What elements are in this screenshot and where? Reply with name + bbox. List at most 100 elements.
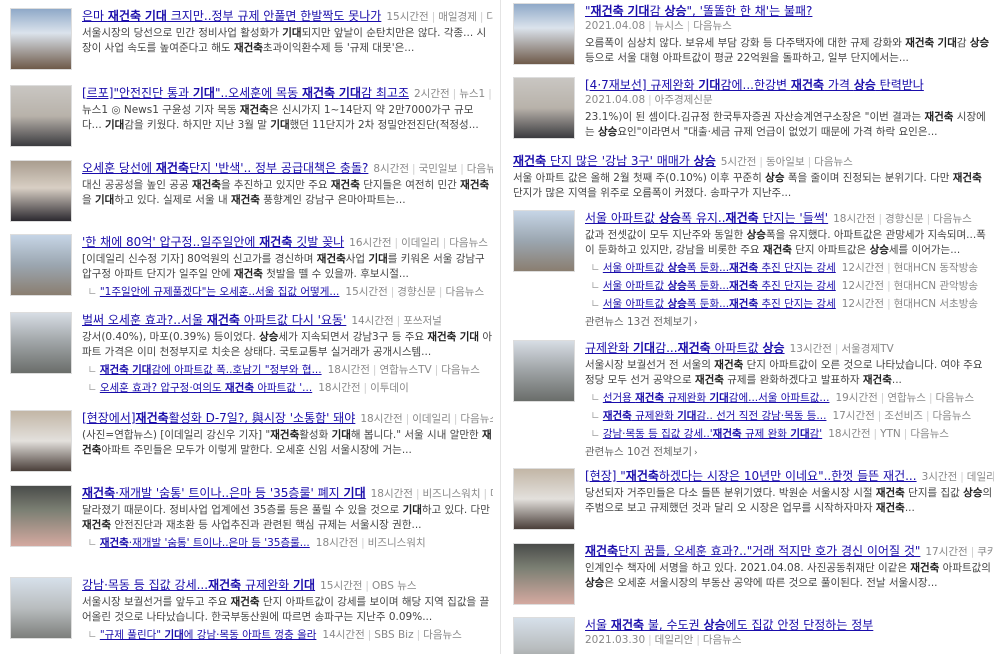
news-portal-link[interactable]: 다음뉴스: [467, 163, 493, 175]
news-title-link[interactable]: [르포]"안전진단 통과 기대"..오세훈에 목동 재건축 기대감 최고조: [82, 86, 409, 100]
related-news-link[interactable]: "규제 풀린다" 기대에 강남·목동 아파트 껑충 올라: [100, 629, 317, 641]
related-arrow-icon: ∟: [591, 410, 600, 422]
news-title-link[interactable]: [현장] "재건축하겠다는 시장은 10년만 이네요"..한껏 들뜬 재건...: [585, 469, 917, 483]
related-news-link[interactable]: "1주일안에 규제풀겠다"는 오세훈..서울 집값 어떻게...: [100, 286, 340, 298]
news-source[interactable]: 서울경제TV: [841, 343, 893, 355]
news-snippet: (사진=연합뉴스) [이데일리 강신우 기자] "재건축활성화 기대해 봅니다.…: [82, 429, 492, 456]
news-thumbnail[interactable]: [513, 617, 575, 654]
news-body: 재건축 단지 많은 '강남 3구' 매매가 상승 5시간전 | 동아일보 | 다음뉴스 서울…: [513, 153, 994, 201]
news-source[interactable]: 데일리안: [967, 471, 994, 483]
related-source[interactable]: YTN: [880, 428, 901, 440]
related-news-link[interactable]: 오세훈 효과? 압구정·여의도 재건축 아파트값 '...: [100, 382, 312, 394]
news-thumbnail[interactable]: [10, 312, 72, 374]
related-news-link[interactable]: 재건축 규제완화 기대감.. 선거 직전 강남·목동 등...: [603, 410, 827, 422]
news-source[interactable]: 경향신문: [885, 213, 924, 225]
news-time: 5시간전: [720, 156, 757, 168]
related-source[interactable]: 현대HCN 관악방송: [894, 280, 978, 292]
news-title-link[interactable]: 재건축 단지 많은 '강남 3구' 매매가 상승: [513, 154, 716, 168]
news-source[interactable]: 포쓰저널: [403, 315, 442, 327]
related-portal-link[interactable]: 다음뉴스: [441, 364, 480, 376]
news-thumbnail[interactable]: [513, 543, 575, 605]
news-title-link[interactable]: [4·7재보선] 규제완화 기대감에...한강변 재건축 가격 상승 탄력받나: [585, 78, 924, 92]
news-title-link[interactable]: 서울 아파트값 상승폭 유지..재건축 단지는 '들썩': [585, 211, 828, 225]
news-source[interactable]: 동아일보: [766, 156, 805, 168]
news-time: 2021.03.30: [585, 634, 646, 646]
related-arrow-icon: ∟: [591, 392, 600, 404]
news-portal-link[interactable]: 다음뉴스: [814, 156, 853, 168]
news-source[interactable]: 국민일보: [419, 163, 458, 175]
news-body: 규제완화 기대감...재건축 아파트값 상승 13시간전 | 서울경제TV 서울시장 보…: [585, 340, 994, 460]
column-divider: [500, 0, 501, 654]
news-thumbnail[interactable]: [10, 410, 72, 472]
news-portal-link[interactable]: 다음뉴스: [693, 20, 732, 32]
news-thumbnail[interactable]: [10, 234, 72, 296]
related-news-link[interactable]: 재건축·재개발 '숨통' 트이나..은마 등 '35층룰...: [100, 537, 310, 549]
news-title-link[interactable]: 재건축단지 꿈틀, 오세훈 효과?.."거래 적지만 호가 경신 이어질 것": [585, 544, 920, 558]
related-source[interactable]: 현대HCN 서초방송: [894, 298, 978, 310]
news-portal-link[interactable]: 다음뉴스: [933, 213, 972, 225]
related-source[interactable]: SBS Biz: [374, 629, 413, 641]
news-title-link[interactable]: 은마 재건축 기대 크지만..정부 규제 안풀면 한발짝도 못나가: [82, 9, 381, 23]
related-news-link[interactable]: 강남·목동 등 집값 강세..'재건축 규제 완화 기대감': [603, 428, 822, 440]
news-source[interactable]: 데일리안: [655, 634, 694, 646]
news-portal-link[interactable]: 다음뉴스: [486, 11, 493, 23]
news-title-link[interactable]: 벌써 오세훈 효과?..서울 재건축 아파트값 다시 '요동': [82, 313, 346, 327]
news-portal-link[interactable]: 다음뉴스: [460, 413, 493, 425]
news-thumbnail[interactable]: [10, 160, 72, 222]
news-thumbnail[interactable]: [513, 210, 575, 272]
related-portal-link[interactable]: 다음뉴스: [445, 286, 484, 298]
related-portal-link[interactable]: 다음뉴스: [910, 428, 949, 440]
news-title-link[interactable]: 서울 재건축 불, 수도권 상승에도 집값 안정 단정하는 정부: [585, 618, 873, 632]
news-title-link[interactable]: [현장에서]재건축활성화 D-7일?, 與시장 '소통함' 돼야: [82, 411, 355, 425]
related-source[interactable]: 조선비즈: [884, 410, 923, 422]
related-news-link[interactable]: 서울 아파트값 상승폭 둔화...재건축 추진 단지는 강세: [603, 298, 836, 310]
news-title-link[interactable]: 강남·목동 등 집값 강세...재건축 규제완화 기대: [82, 578, 315, 592]
news-source[interactable]: OBS 뉴스: [372, 580, 417, 592]
news-source[interactable]: 매일경제: [438, 11, 477, 23]
related-news-link[interactable]: 선거용 재건축 규제완화 기대감에...서울 아파트값...: [603, 392, 830, 404]
related-news-link[interactable]: 서울 아파트값 상승폭 둔화...재건축 추진 단지는 강세: [603, 262, 836, 274]
news-source[interactable]: 뉴스1: [459, 88, 485, 100]
news-thumbnail[interactable]: [10, 577, 72, 639]
related-news-link[interactable]: 재건축 기대감에 아파트값 폭..호남기 "정부와 협...: [100, 364, 322, 376]
title-line: [르포]"안전진단 통과 기대"..오세훈에 목동 재건축 기대감 최고조 2시간…: [82, 85, 493, 101]
news-thumbnail[interactable]: [513, 77, 575, 139]
related-news-link[interactable]: 서울 아파트값 상승폭 둔화...재건축 추진 단지는 강세: [603, 280, 836, 292]
news-portal-link[interactable]: 다음뉴스: [449, 237, 488, 249]
news-source[interactable]: 이데일리: [412, 413, 451, 425]
news-source[interactable]: 비즈니스워치: [423, 488, 481, 500]
related-news-more-link[interactable]: 관련뉴스 10건 전체보기 ›: [585, 444, 994, 460]
news-source[interactable]: 아주경제신문: [655, 94, 713, 106]
news-thumbnail[interactable]: [10, 85, 72, 147]
news-thumbnail[interactable]: [10, 485, 72, 547]
news-source[interactable]: 이데일리: [401, 237, 440, 249]
right-news-column: "재건축 기대감 상승", '똘똘한 한 채'는 불패? 2021.04.08 | 뉴…: [505, 0, 1000, 654]
related-source[interactable]: 비즈니스워치: [368, 537, 426, 549]
news-title-link[interactable]: 오세훈 당선에 재건축단지 '반색'.. 정부 공급대책은 충돌?: [82, 161, 368, 175]
related-news-item: ∟ 강남·목동 등 집값 강세..'재건축 규제 완화 기대감' 18시간전 | YTN…: [585, 426, 994, 442]
news-meta: 18시간전|비즈니스워치|다음뉴스: [371, 488, 493, 500]
news-title-link[interactable]: 규제완화 기대감...재건축 아파트값 상승: [585, 341, 785, 355]
news-title-link[interactable]: 재건축·재개발 '숨통' 트이나..은마 등 '35층룰' 폐지 기대: [82, 486, 366, 500]
news-source[interactable]: 쿠키뉴스: [977, 546, 994, 558]
related-source[interactable]: 현대HCN 동작방송: [894, 262, 978, 274]
news-title-link[interactable]: "재건축 기대감 상승", '똘똘한 한 채'는 불패?: [585, 4, 812, 18]
news-title-link[interactable]: '한 채에 80억' 압구정..일주일안에 재건축 깃발 꽂나: [82, 235, 344, 249]
related-source[interactable]: 연합뉴스: [887, 392, 926, 404]
related-portal-link[interactable]: 다음뉴스: [933, 410, 972, 422]
news-snippet: 값과 전셋값이 모두 지난주와 동일한 상승폭을 유지했다. 아파트값은 관망세…: [585, 229, 986, 256]
related-portal-link[interactable]: 다음뉴스: [936, 392, 975, 404]
news-thumbnail[interactable]: [513, 468, 575, 530]
related-source[interactable]: 연합뉴스TV: [379, 364, 431, 376]
news-thumbnail[interactable]: [513, 340, 575, 402]
news-source[interactable]: 뉴시스: [655, 20, 684, 32]
news-portal-link[interactable]: 다음뉴스: [703, 634, 742, 646]
related-news-meta: 18시간전 | YTN | 다음뉴스: [828, 428, 949, 440]
news-thumbnail[interactable]: [513, 3, 575, 65]
related-source[interactable]: 이투데이: [370, 382, 409, 394]
news-thumbnail[interactable]: [10, 8, 72, 70]
news-portal-link[interactable]: 다음뉴스: [490, 488, 493, 500]
related-portal-link[interactable]: 다음뉴스: [423, 629, 462, 641]
related-source[interactable]: 경향신문: [397, 286, 436, 298]
related-news-more-link[interactable]: 관련뉴스 13건 전체보기 ›: [585, 314, 994, 330]
